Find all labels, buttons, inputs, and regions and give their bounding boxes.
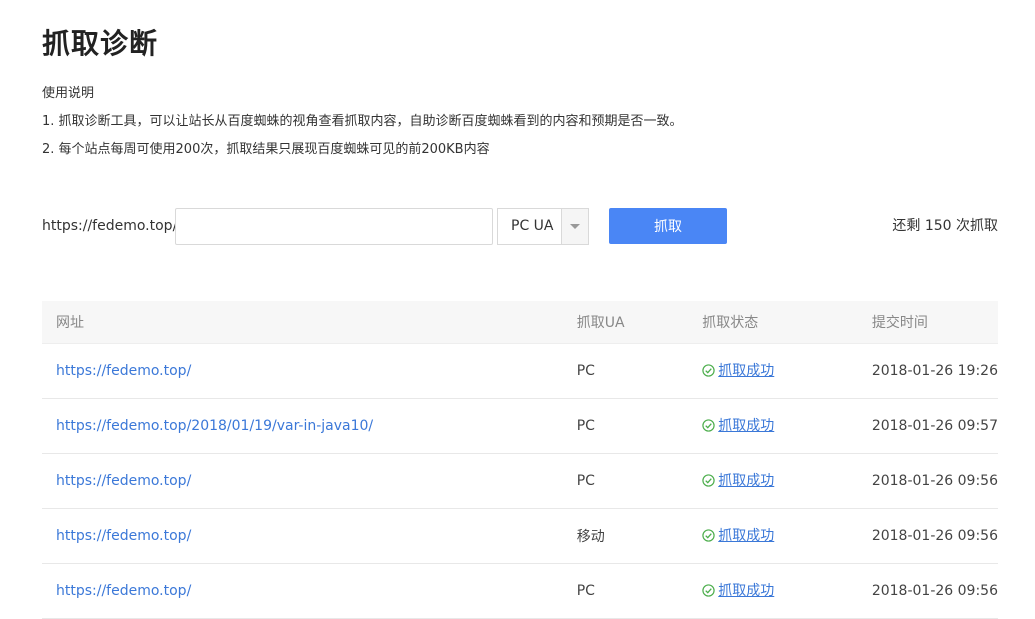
url-input[interactable] xyxy=(175,208,493,245)
instruction-item: 2. 每个站点每周可使用200次，抓取结果只展现百度蜘蛛可见的前200KB内容 xyxy=(42,142,490,157)
table-row: https://fedemo.top/ PC 抓取成功 2018-01-26 1… xyxy=(42,343,998,399)
status-link[interactable]: 抓取成功 xyxy=(702,470,774,490)
ua-select-toggle[interactable] xyxy=(561,209,588,244)
column-header-status: 抓取状态 xyxy=(688,301,858,344)
status-label: 抓取成功 xyxy=(718,363,775,380)
table-row: https://fedemo.top/ 移动 抓取成功 2018-01-26 0… xyxy=(42,508,998,564)
cell-ua: PC xyxy=(562,563,689,619)
cell-status: 抓取成功 xyxy=(688,508,858,564)
cell-ua: PC xyxy=(562,343,689,399)
check-circle-icon xyxy=(702,584,715,597)
check-circle-icon xyxy=(702,364,715,377)
status-link[interactable]: 抓取成功 xyxy=(702,360,774,380)
cell-ua: PC xyxy=(562,453,689,509)
instruction-item: 1. 抓取诊断工具，可以让站长从百度蜘蛛的视角查看抓取内容，自助诊断百度蜘蛛看到… xyxy=(42,114,683,129)
cell-status: 抓取成功 xyxy=(688,398,858,454)
ua-select[interactable]: PC UA xyxy=(497,208,589,245)
fetch-button[interactable]: 抓取 xyxy=(609,208,727,244)
ua-select-value: PC UA xyxy=(511,218,554,234)
url-link[interactable]: https://fedemo.top/ xyxy=(56,363,191,379)
column-header-url: 网址 xyxy=(42,301,563,344)
table-row: https://fedemo.top/ PC 抓取成功 2018-01-26 0… xyxy=(42,453,998,509)
status-label: 抓取成功 xyxy=(718,473,775,490)
status-link[interactable]: 抓取成功 xyxy=(702,580,774,600)
cell-url: https://fedemo.top/ xyxy=(42,508,563,564)
status-label: 抓取成功 xyxy=(718,418,775,435)
table-row: https://fedemo.top/ PC 抓取成功 2018-01-26 0… xyxy=(42,563,998,619)
cell-time: 2018-01-26 19:26 xyxy=(857,343,998,399)
cell-time: 2018-01-26 09:56 xyxy=(857,453,998,509)
column-header-ua: 抓取UA xyxy=(562,301,689,344)
column-header-time: 提交时间 xyxy=(857,301,998,344)
url-prefix: https://fedemo.top/ xyxy=(42,218,178,234)
chevron-down-icon xyxy=(570,224,580,229)
status-link[interactable]: 抓取成功 xyxy=(702,525,774,545)
url-link[interactable]: https://fedemo.top/2018/01/19/var-in-jav… xyxy=(56,418,373,434)
cell-status: 抓取成功 xyxy=(688,563,858,619)
status-label: 抓取成功 xyxy=(718,583,775,600)
cell-time: 2018-01-26 09:57 xyxy=(857,398,998,454)
status-link[interactable]: 抓取成功 xyxy=(702,415,774,435)
cell-status: 抓取成功 xyxy=(688,343,858,399)
check-circle-icon xyxy=(702,529,715,542)
table-row: https://fedemo.top/2018/01/19/var-in-jav… xyxy=(42,398,998,454)
page-title: 抓取诊断 xyxy=(42,27,159,60)
check-circle-icon xyxy=(702,474,715,487)
status-label: 抓取成功 xyxy=(718,528,775,545)
url-link[interactable]: https://fedemo.top/ xyxy=(56,528,191,544)
cell-url: https://fedemo.top/ xyxy=(42,453,563,509)
cell-time: 2018-01-26 09:56 xyxy=(857,508,998,564)
cell-url: https://fedemo.top/ xyxy=(42,563,563,619)
cell-ua: PC xyxy=(562,398,689,454)
table-header-row: 网址 抓取UA 抓取状态 提交时间 xyxy=(42,301,998,344)
remaining-count: 还剩 150 次抓取 xyxy=(892,218,998,234)
instructions-heading: 使用说明 xyxy=(42,86,95,101)
url-link[interactable]: https://fedemo.top/ xyxy=(56,473,191,489)
cell-time: 2018-01-26 09:56 xyxy=(857,563,998,619)
instructions: 使用说明 1. 抓取诊断工具，可以让站长从百度蜘蛛的视角查看抓取内容，自助诊断百… xyxy=(42,80,683,164)
fetch-history-table: 网址 抓取UA 抓取状态 提交时间 https://fedemo.top/ PC… xyxy=(42,301,998,619)
cell-url: https://fedemo.top/2018/01/19/var-in-jav… xyxy=(42,398,563,454)
fetch-form: https://fedemo.top/ PC UA 抓取 还剩 150 次抓取 xyxy=(42,208,998,245)
cell-ua: 移动 xyxy=(562,508,689,564)
cell-status: 抓取成功 xyxy=(688,453,858,509)
check-circle-icon xyxy=(702,419,715,432)
url-link[interactable]: https://fedemo.top/ xyxy=(56,583,191,599)
cell-url: https://fedemo.top/ xyxy=(42,343,563,399)
